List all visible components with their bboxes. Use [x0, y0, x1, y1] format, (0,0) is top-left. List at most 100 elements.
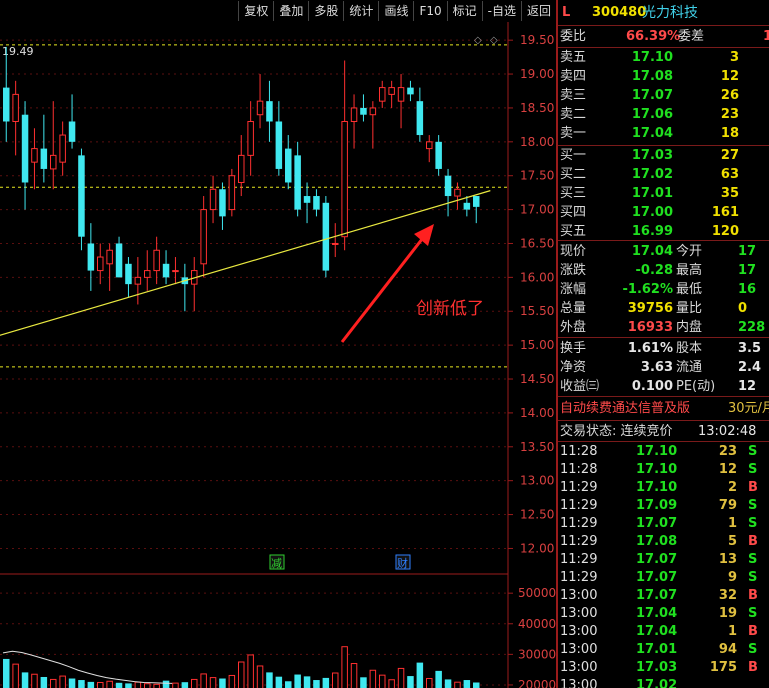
- toolbar-button-0[interactable]: 复权: [238, 1, 273, 21]
- tick-time: 11:29: [560, 480, 598, 495]
- stat-value: 17: [738, 244, 757, 259]
- diamond-icon[interactable]: ◇: [474, 35, 482, 46]
- tick-row: 13:00 17.03 175 B: [558, 659, 769, 677]
- candle-body-up: [12, 93, 19, 122]
- candle-body-down: [68, 121, 76, 142]
- price-tick-label: 13.50: [520, 440, 554, 454]
- buy-level-price: 17.02: [631, 167, 673, 182]
- tick-volume: 19: [718, 606, 737, 621]
- candle-body-down: [435, 141, 442, 169]
- toolbar-button-8[interactable]: 返回: [520, 1, 556, 21]
- finance-value: 1.61%: [627, 341, 673, 356]
- volume-bar-down: [473, 682, 480, 688]
- stat-value: 17: [738, 263, 757, 278]
- stat-label: 涨幅: [560, 282, 587, 297]
- tick-price: 17.10: [636, 462, 678, 477]
- volume-bar-up: [59, 675, 66, 688]
- volume-bar-up: [172, 682, 179, 688]
- tick-time: 11:29: [560, 570, 598, 585]
- tick-row: 11:28 17.10 23 S: [558, 443, 769, 461]
- tick-row: 13:00 17.04 1 B: [558, 623, 769, 641]
- price-tick-label: 15.00: [520, 338, 554, 352]
- tick-volume: 1: [727, 624, 737, 639]
- volume-bar-up: [341, 646, 348, 688]
- volume-bar-down: [125, 683, 132, 688]
- candle-body-down: [313, 196, 320, 210]
- candle-body-down: [444, 175, 452, 197]
- candle-body-up: [31, 148, 38, 163]
- volume-bar-up: [256, 665, 264, 688]
- toolbar-button-4[interactable]: 画线: [378, 1, 413, 21]
- candle-body-down: [303, 196, 311, 203]
- divider: [558, 441, 769, 442]
- diamond-icon[interactable]: ◇: [490, 35, 498, 46]
- stat-value: -1.62%: [622, 282, 674, 297]
- price-tick-label: 13.00: [520, 474, 554, 488]
- volume-bar-up: [397, 667, 405, 688]
- candle-body-down: [40, 148, 48, 169]
- toolbar-button-6[interactable]: 标记: [446, 1, 482, 21]
- stat-label: 最低: [676, 282, 703, 297]
- promo-price[interactable]: 30元/月: [728, 400, 769, 418]
- volume-bar-up: [238, 661, 245, 688]
- tick-side: B: [748, 660, 758, 675]
- candle-body-up: [200, 209, 207, 265]
- sell-level-volume: 23: [720, 107, 739, 122]
- stat-label: 外盘: [560, 320, 587, 335]
- trade-time: 13:02:48: [698, 424, 757, 439]
- promo-text[interactable]: 自动续费通达信普及版: [560, 400, 690, 418]
- volume-bar-up: [134, 681, 142, 688]
- candle-body-down: [360, 107, 367, 115]
- promo-row[interactable]: 自动续费通达信普及版 30元/月: [558, 400, 769, 418]
- toolbar-button-5[interactable]: F10: [413, 1, 446, 21]
- toolbar-button-7[interactable]: -自选: [481, 1, 521, 21]
- divider: [558, 420, 769, 421]
- tick-price: 17.07: [636, 516, 678, 531]
- toolbar-button-3[interactable]: 统计: [343, 1, 378, 21]
- divider: [558, 25, 769, 26]
- tick-side: B: [748, 624, 758, 639]
- sell-level: 卖一 17.04 18: [558, 125, 769, 143]
- event-mark[interactable]: 减: [271, 557, 282, 570]
- stat-label: 最高: [676, 263, 703, 278]
- candle-body-up: [209, 188, 217, 211]
- sell-level: 卖三 17.07 26: [558, 87, 769, 105]
- stock-name: 光力科技: [642, 5, 698, 21]
- divider: [558, 396, 769, 397]
- sell-level-volume: 18: [720, 126, 739, 141]
- candle-body-down: [407, 87, 414, 95]
- tick-time: 11:29: [560, 516, 598, 531]
- volume-bar-up: [388, 679, 395, 688]
- kline-chart[interactable]: 19.49◇ ◇ 19.5019.0018.5018.0017.5017.0016…: [0, 22, 556, 688]
- candle-body-down: [322, 202, 330, 271]
- event-mark[interactable]: 财: [397, 556, 408, 570]
- candle-body-up: [172, 270, 179, 273]
- volume-bar-up: [369, 669, 377, 688]
- candle-body-up: [332, 242, 339, 245]
- diff-value: 1: [763, 29, 769, 44]
- candle-body-up: [388, 87, 395, 95]
- stat-row: 涨幅 -1.62% 最低 16: [558, 281, 769, 299]
- price-tick-label: 19.00: [520, 67, 554, 81]
- volume-tick-label: 50000: [518, 586, 556, 600]
- toolbar-button-2[interactable]: 多股: [308, 1, 343, 21]
- toolbar-button-1[interactable]: 叠加: [273, 1, 308, 21]
- stat-row: 外盘 16933 内盘 228: [558, 319, 769, 337]
- volume-bar-down: [87, 681, 95, 688]
- tick-price: 17.07: [636, 570, 678, 585]
- tick-price: 17.10: [636, 480, 678, 495]
- price-tick-label: 16.00: [520, 270, 554, 284]
- candle-body-down: [125, 263, 132, 285]
- stat-value: 16933: [627, 320, 673, 335]
- trendline[interactable]: [0, 190, 491, 342]
- buy-level-price: 17.03: [631, 148, 673, 163]
- volume-bar-down: [463, 680, 471, 688]
- buy-level: 买一 17.03 27: [558, 147, 769, 165]
- buy-level-label: 买三: [560, 186, 587, 201]
- candle-body-up: [397, 87, 405, 102]
- volume-bar-up: [12, 663, 19, 688]
- candle-body-up: [144, 270, 151, 278]
- price-grid: [0, 39, 508, 549]
- candle-body-down: [416, 101, 424, 136]
- volume-bar-down: [21, 672, 29, 688]
